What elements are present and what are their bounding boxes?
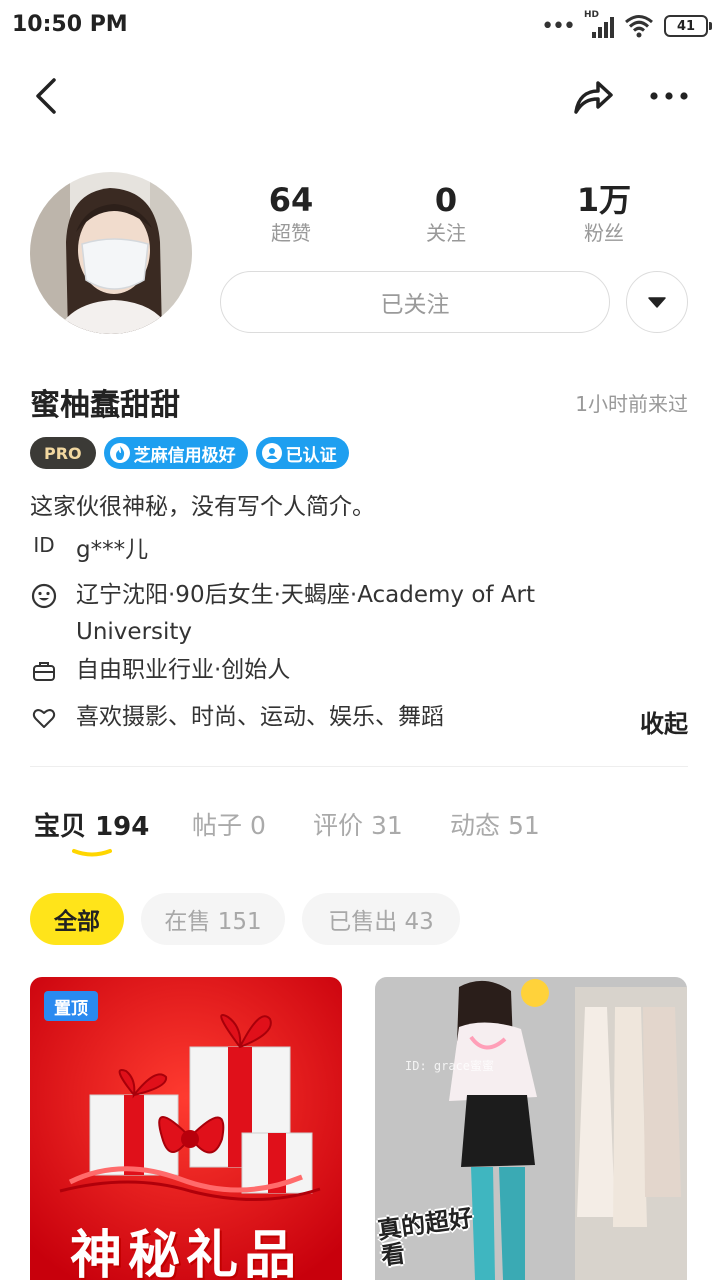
id-label: ID bbox=[33, 532, 55, 557]
tab-count: 0 bbox=[249, 811, 266, 840]
tab-reviews[interactable]: 评价 31 bbox=[313, 806, 403, 842]
filter-on-sale[interactable]: 在售 151 bbox=[141, 893, 285, 945]
avatar[interactable] bbox=[30, 172, 192, 334]
share-icon[interactable] bbox=[570, 74, 616, 118]
stat-label: 超赞 bbox=[271, 221, 311, 245]
pinned-tag: 置顶 bbox=[44, 991, 98, 1021]
verified-badge-label: 已认证 bbox=[285, 445, 337, 466]
stat-value: 64 bbox=[268, 181, 314, 219]
hobbies-info: 喜欢摄影、时尚、运动、娱乐、舞蹈 bbox=[76, 704, 444, 730]
stat-value: 0 bbox=[434, 181, 458, 219]
verified-badge[interactable]: 已认证 bbox=[255, 437, 349, 469]
tab-count: 51 bbox=[507, 811, 540, 840]
verified-user-icon bbox=[261, 443, 282, 463]
status-bar: 10:50 PM ••• HD 41 bbox=[0, 0, 720, 52]
notification-dots-icon: ••• bbox=[541, 13, 576, 39]
nav-bar bbox=[0, 60, 720, 130]
more-options-icon[interactable] bbox=[646, 78, 692, 114]
follow-button[interactable]: 已关注 bbox=[220, 271, 610, 333]
flame-icon bbox=[109, 443, 130, 463]
tab-label: 评价 bbox=[313, 811, 364, 840]
pro-badge[interactable]: PRO bbox=[30, 437, 96, 469]
credit-badge[interactable]: 芝麻信用极好 bbox=[103, 437, 248, 469]
username: 蜜柚蠢甜甜 bbox=[30, 388, 180, 423]
caret-down-icon bbox=[648, 297, 666, 308]
last-seen: 1小时前来过 bbox=[575, 392, 688, 416]
tab-posts[interactable]: 帖子 0 bbox=[192, 806, 266, 842]
stat-followers[interactable]: 1万 粉丝 bbox=[529, 180, 679, 246]
stat-label: 关注 bbox=[426, 221, 466, 245]
tab-items[interactable]: 宝贝 194 bbox=[34, 806, 149, 843]
back-arrow-icon[interactable] bbox=[28, 74, 68, 118]
info-row-personal: 辽宁沈阳·90后女生·天蝎座·Academy of Art University bbox=[30, 577, 690, 653]
filter-all[interactable]: 全部 bbox=[30, 893, 124, 945]
collapse-button[interactable]: 收起 bbox=[640, 704, 688, 739]
heart-icon bbox=[30, 705, 58, 731]
smile-icon bbox=[30, 583, 58, 609]
watermark-text: ID: grace蜜蜜 bbox=[405, 1059, 495, 1073]
wifi-icon bbox=[625, 15, 653, 38]
signal-icon: HD bbox=[584, 10, 614, 38]
status-time: 10:50 PM bbox=[12, 12, 128, 37]
tab-count: 31 bbox=[370, 811, 403, 840]
credit-badge-label: 芝麻信用极好 bbox=[133, 445, 236, 466]
active-tab-indicator bbox=[72, 849, 112, 857]
battery-icon: 41 bbox=[664, 15, 712, 37]
avatar-photo bbox=[30, 172, 192, 334]
status-icons: ••• HD 41 bbox=[541, 10, 712, 40]
product-card[interactable]: ID: grace蜜蜜 真的超好看 bbox=[375, 977, 687, 1280]
stat-following[interactable]: 0 关注 bbox=[371, 180, 521, 246]
card-title: 神秘礼品 bbox=[69, 1226, 302, 1280]
id-value: g***儿 bbox=[76, 537, 149, 563]
bio: 这家伙很神秘，没有写个人简介。 bbox=[30, 494, 375, 520]
profile-stats: 64 超赞 0 关注 1万 粉丝 bbox=[220, 180, 690, 256]
product-card[interactable]: 置顶 神秘礼品 bbox=[30, 977, 342, 1280]
tab-count: 194 bbox=[95, 812, 150, 842]
tab-label: 帖子 bbox=[192, 811, 243, 840]
divider bbox=[30, 766, 688, 767]
stat-likes[interactable]: 64 超赞 bbox=[216, 180, 366, 246]
stat-label: 粉丝 bbox=[584, 221, 624, 245]
stat-value: 1万 bbox=[576, 181, 632, 219]
job-info: 自由职业行业·创始人 bbox=[76, 657, 291, 683]
battery-level: 41 bbox=[676, 18, 696, 34]
filter-sold[interactable]: 已售出 43 bbox=[302, 893, 460, 945]
tab-activity[interactable]: 动态 51 bbox=[450, 806, 540, 842]
personal-info: 辽宁沈阳·90后女生·天蝎座·Academy of Art University bbox=[76, 582, 536, 645]
briefcase-icon bbox=[30, 658, 58, 684]
tab-label: 动态 bbox=[450, 811, 501, 840]
badges: PRO 芝麻信用极好 已认证 bbox=[30, 437, 349, 469]
follow-options-button[interactable] bbox=[626, 271, 688, 333]
tab-label: 宝贝 bbox=[34, 812, 87, 842]
